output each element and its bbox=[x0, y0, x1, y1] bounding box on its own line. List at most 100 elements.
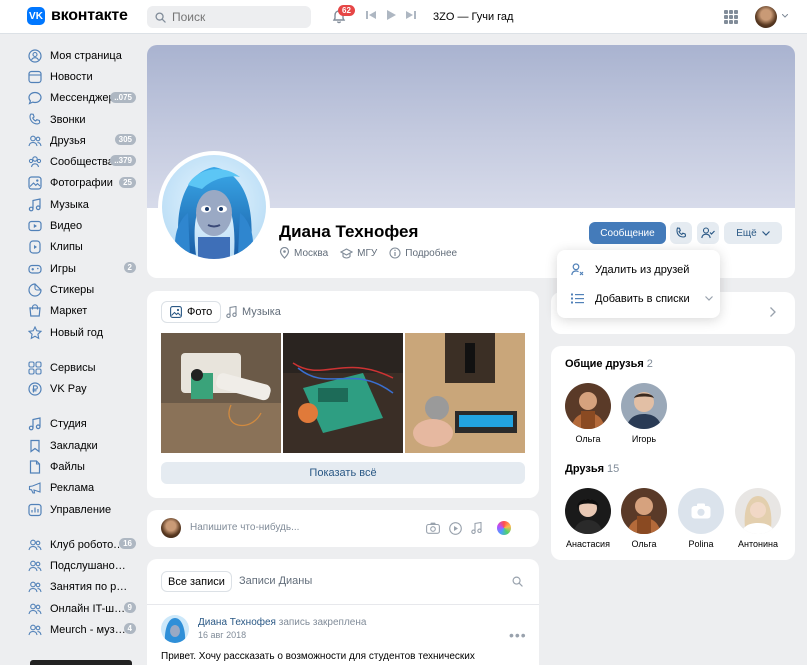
sidebar-item[interactable]: Управление bbox=[28, 499, 140, 520]
chevron-right-icon[interactable] bbox=[770, 307, 776, 317]
photo-thumbnail[interactable] bbox=[283, 333, 403, 453]
sidebar-item-label: Мессенджер bbox=[50, 92, 115, 105]
profile-city[interactable]: Москва bbox=[279, 247, 328, 259]
list-icon bbox=[571, 293, 584, 304]
post-author-avatar[interactable] bbox=[161, 615, 189, 643]
friend-check-icon bbox=[701, 227, 715, 239]
sidebar-item[interactable]: Новый год bbox=[28, 322, 140, 343]
sidebar-item[interactable]: Друзья 305 bbox=[28, 130, 140, 151]
news-icon bbox=[28, 70, 42, 84]
sidebar-item[interactable]: Игры 2 bbox=[28, 258, 140, 279]
studio-icon bbox=[28, 417, 41, 431]
sidebar-item[interactable]: Занятия по робототехнике bbox=[28, 577, 140, 598]
sidebar-item[interactable]: Новости bbox=[28, 66, 140, 87]
sidebar-item-label: Стикеры bbox=[50, 283, 95, 296]
sidebar-item[interactable]: VK Pay bbox=[28, 378, 140, 399]
play-icon[interactable] bbox=[386, 10, 396, 20]
star-icon bbox=[28, 325, 42, 339]
tab-her-posts[interactable]: Записи Дианы bbox=[239, 575, 312, 587]
sidebar-item[interactable]: Подслушано в Роботех bbox=[28, 556, 140, 577]
friend-avatar bbox=[565, 488, 611, 534]
photo-icon bbox=[28, 176, 42, 191]
sidebar-item[interactable]: Мессенджер ..075 bbox=[28, 88, 140, 109]
sidebar-item[interactable]: Meurch - музыка 4 bbox=[28, 619, 140, 640]
sidebar-item-count: 9 bbox=[123, 602, 136, 614]
sidebar-item[interactable]: Видео bbox=[28, 215, 140, 236]
group-icon bbox=[28, 603, 42, 614]
friend-item[interactable]: Ольга bbox=[619, 488, 669, 549]
profile-avatar[interactable] bbox=[158, 151, 270, 263]
nav-separator bbox=[28, 400, 140, 414]
search-input[interactable] bbox=[172, 10, 292, 24]
friend-item[interactable]: Ольга bbox=[563, 383, 613, 444]
remove-friend-item[interactable]: Удалить из друзей bbox=[557, 255, 720, 284]
photo-thumbnail[interactable] bbox=[405, 333, 525, 453]
sidebar-item[interactable]: Онлайн IT-школа9 bbox=[28, 598, 140, 619]
sidebar-item[interactable]: Клуб робототехники16 bbox=[28, 534, 140, 555]
video-icon[interactable] bbox=[449, 521, 462, 535]
group-icon bbox=[28, 624, 42, 636]
search-icon[interactable] bbox=[512, 576, 523, 587]
tab-all-posts[interactable]: Все записи bbox=[161, 571, 232, 592]
friend-item[interactable]: Анастасия bbox=[563, 488, 613, 549]
sidebar-item-label: Маркет bbox=[50, 305, 88, 318]
post-text: Привет. Хочу рассказать о возможности дл… bbox=[161, 651, 475, 662]
camera-icon[interactable] bbox=[426, 522, 440, 534]
sidebar-item-label: Фотографии bbox=[50, 177, 113, 190]
apps-grid-icon[interactable] bbox=[724, 10, 738, 24]
sidebar-item[interactable]: Фотографии 25 bbox=[28, 173, 140, 194]
post-background-icon[interactable] bbox=[497, 521, 511, 535]
friend-item[interactable]: Игорь bbox=[619, 383, 669, 444]
send-message-button[interactable]: Сообщение bbox=[589, 222, 666, 244]
sidebar-item[interactable]: Студия bbox=[28, 414, 140, 435]
tab-music[interactable]: Музыка bbox=[226, 301, 281, 323]
sidebar-item[interactable]: Закладки bbox=[28, 435, 140, 456]
composer-placeholder[interactable]: Напишите что-нибудь... bbox=[190, 522, 299, 533]
previous-track-icon[interactable] bbox=[366, 10, 376, 20]
add-to-lists-item[interactable]: Добавить в списки bbox=[557, 284, 720, 313]
profile-university[interactable]: МГУ bbox=[340, 248, 377, 259]
tab-photos[interactable]: Фото bbox=[161, 301, 222, 323]
sidebar-item[interactable]: Маркет bbox=[28, 301, 140, 322]
profile-details-link[interactable]: Подробнее bbox=[389, 247, 457, 259]
sidebar-item[interactable]: Файлы bbox=[28, 456, 140, 477]
search-box[interactable] bbox=[147, 6, 311, 28]
sidebar-item[interactable]: Стикеры bbox=[28, 279, 140, 300]
sidebar-item[interactable]: Реклама bbox=[28, 478, 140, 499]
friend-name: Ольга bbox=[631, 539, 657, 549]
more-button[interactable]: Ещё bbox=[724, 222, 782, 244]
bottom-bar bbox=[30, 660, 132, 665]
photo-thumbnail[interactable] bbox=[161, 333, 281, 453]
friend-actions-dropdown: Удалить из друзей Добавить в списки bbox=[557, 250, 720, 318]
sidebar-item-label: Онлайн IT-школа bbox=[50, 602, 128, 615]
sidebar-item[interactable]: Сообщества ..379 bbox=[28, 151, 140, 172]
music-note-icon[interactable] bbox=[471, 522, 482, 534]
show-all-button[interactable]: Показать всё bbox=[161, 462, 525, 484]
now-playing-track[interactable]: 3ZO — Гучи гад bbox=[433, 11, 513, 23]
vk-logo[interactable]: VK вконтакте bbox=[27, 7, 128, 25]
next-track-icon[interactable] bbox=[406, 10, 416, 20]
friend-item[interactable]: Антонина bbox=[733, 488, 783, 549]
sidebar-item[interactable]: Моя страница bbox=[28, 45, 140, 66]
phone-icon bbox=[29, 112, 41, 124]
all-friends-title[interactable]: Друзья 15 bbox=[565, 463, 619, 475]
friend-item[interactable]: Polina bbox=[676, 488, 726, 549]
image-icon bbox=[170, 306, 182, 318]
sidebar-item[interactable]: Клипы bbox=[28, 237, 140, 258]
mutual-friends-title[interactable]: Общие друзья 2 bbox=[565, 358, 653, 370]
sidebar-item[interactable]: Музыка bbox=[28, 194, 140, 215]
music-icon bbox=[28, 197, 41, 212]
post-author-link[interactable]: Диана Технофея bbox=[198, 617, 276, 628]
user-avatar[interactable] bbox=[755, 6, 777, 28]
sidebar-item[interactable]: Звонки bbox=[28, 109, 140, 130]
post-date[interactable]: 16 авг 2018 bbox=[198, 630, 246, 640]
call-button[interactable] bbox=[670, 222, 692, 244]
friend-name: Polina bbox=[688, 539, 714, 549]
friend-status-button[interactable] bbox=[697, 222, 719, 244]
friend-name: Ольга bbox=[575, 434, 601, 444]
market-icon bbox=[29, 304, 41, 317]
post-menu-icon[interactable]: ••• bbox=[509, 627, 527, 643]
sidebar-item[interactable]: Сервисы bbox=[28, 357, 140, 378]
chevron-down-icon[interactable] bbox=[782, 14, 788, 18]
sidebar-item-count: ..075 bbox=[110, 91, 136, 103]
